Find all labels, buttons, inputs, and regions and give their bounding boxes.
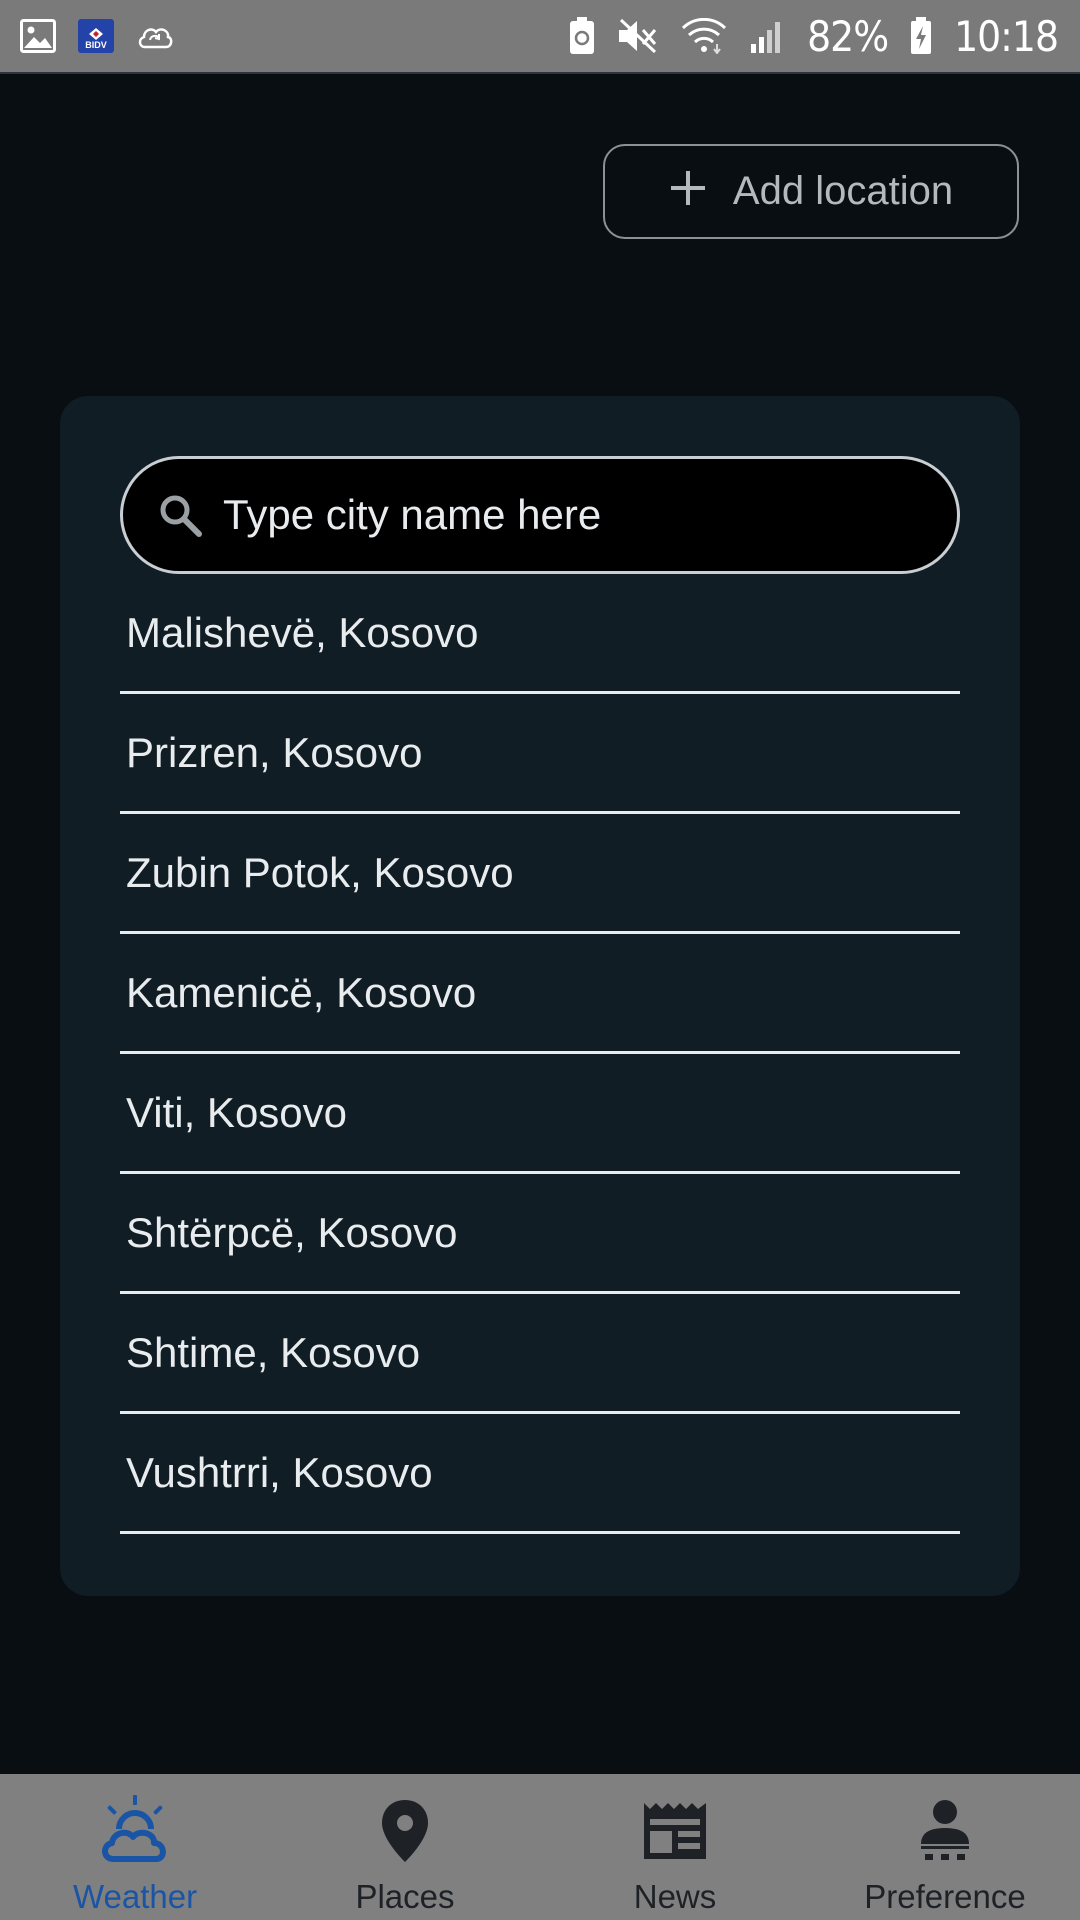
status-bar-left: BIDV — [20, 19, 174, 53]
bidv-app-icon: BIDV — [78, 19, 114, 53]
battery-charging-icon — [910, 17, 932, 55]
search-input[interactable] — [223, 491, 863, 539]
wifi-icon — [681, 18, 727, 54]
plus-icon — [669, 164, 707, 216]
nav-label-places: Places — [355, 1878, 455, 1915]
gallery-icon — [20, 19, 56, 53]
nav-label-preference: Preference — [864, 1878, 1026, 1915]
city-item[interactable]: Malishevë, Kosovo — [120, 574, 960, 694]
bottom-navigation: Weather Places News Preference — [0, 1774, 1080, 1920]
nav-item-preference[interactable]: Preference — [810, 1774, 1080, 1920]
nav-label-weather: Weather — [72, 1878, 198, 1915]
nav-item-weather[interactable]: Weather — [0, 1774, 270, 1920]
add-location-button[interactable]: Add location — [603, 144, 1019, 239]
status-bar-right: 82% 10:18 — [569, 11, 1059, 61]
clock: 10:18 — [954, 11, 1059, 61]
city-item[interactable]: Viti, Kosovo — [120, 1054, 960, 1174]
city-list: Malishevë, Kosovo Prizren, Kosovo Zubin … — [120, 574, 960, 1534]
city-item[interactable]: Shtime, Kosovo — [120, 1294, 960, 1414]
app-badge-text: BIDV — [85, 40, 107, 50]
city-item[interactable]: Shtërpcë, Kosovo — [120, 1174, 960, 1294]
nav-item-places[interactable]: Places — [270, 1774, 540, 1920]
search-bar[interactable] — [120, 456, 960, 574]
nav-item-news[interactable]: News — [540, 1774, 810, 1920]
status-bar: BIDV 82% 10:18 — [0, 0, 1080, 74]
add-location-label: Add location — [732, 169, 954, 213]
battery-saver-icon — [569, 17, 595, 55]
nav-label-news: News — [633, 1878, 717, 1915]
person-icon — [917, 1790, 973, 1872]
city-item[interactable]: Vushtrri, Kosovo — [120, 1414, 960, 1534]
location-pin-icon — [379, 1790, 431, 1872]
mute-icon — [617, 18, 659, 54]
weather-icon — [99, 1790, 171, 1872]
search-icon — [157, 492, 203, 538]
city-item[interactable]: Zubin Potok, Kosovo — [120, 814, 960, 934]
newspaper-icon — [642, 1790, 708, 1872]
battery-percent: 82% — [807, 11, 889, 61]
city-item[interactable]: Kamenicë, Kosovo — [120, 934, 960, 1054]
city-item[interactable]: Prizren, Kosovo — [120, 694, 960, 814]
city-search-card: Malishevë, Kosovo Prizren, Kosovo Zubin … — [60, 396, 1020, 1596]
cloud-sync-icon — [136, 21, 174, 51]
signal-icon — [749, 18, 785, 54]
